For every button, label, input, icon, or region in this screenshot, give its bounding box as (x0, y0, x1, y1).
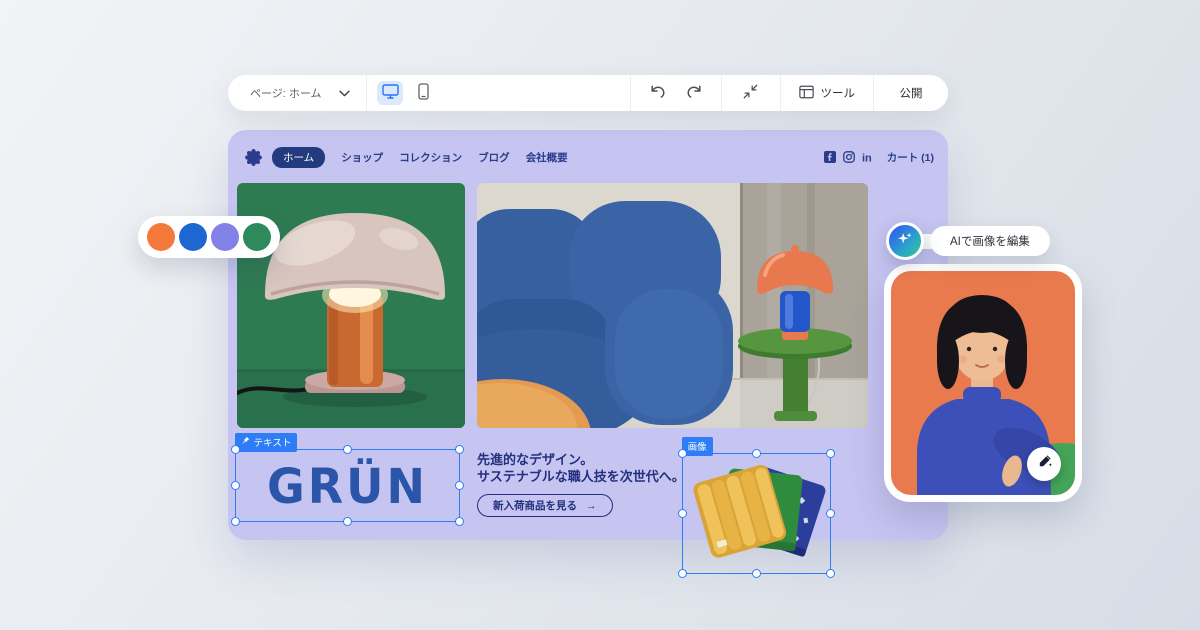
tools-button[interactable]: ツール (781, 75, 874, 111)
edit-pencil-icon (1037, 454, 1052, 474)
facebook-icon[interactable] (824, 151, 836, 163)
instagram-icon[interactable] (843, 151, 855, 163)
site-canvas[interactable]: ホーム ショップ コレクション ブログ 会社概要 in カート (1) (228, 130, 948, 540)
swatch-blue[interactable] (179, 223, 207, 251)
settings-gear-icon[interactable] (244, 148, 263, 167)
selected-text-element[interactable]: テキスト GRÜN (235, 449, 460, 522)
zoom-fit-section (722, 75, 780, 111)
cta-label: 新入荷商品を見る (493, 498, 577, 513)
pin-icon (241, 436, 250, 448)
hero-image-sofa[interactable] (477, 183, 868, 428)
edit-image-button[interactable] (1027, 447, 1061, 481)
selection-handle[interactable] (343, 445, 352, 454)
hero-tagline: 先進的なデザイン。 サステナブルな職人技を次世代へ。 (477, 452, 685, 486)
page-selector[interactable]: ページ: ホーム (228, 75, 366, 111)
page-selector-label: ページ: ホーム (250, 85, 322, 101)
undo-button[interactable] (643, 78, 673, 108)
tagline-line-1: 先進的なデザイン。 (477, 452, 685, 469)
publish-button[interactable]: 公開 (874, 75, 948, 111)
swatch-green[interactable] (243, 223, 271, 251)
tools-label: ツール (821, 85, 856, 101)
selection-handle[interactable] (455, 445, 464, 454)
nav-item-about[interactable]: 会社概要 (526, 150, 568, 165)
selection-handle[interactable] (678, 569, 687, 578)
selection-handle[interactable] (343, 517, 352, 526)
site-logo: GRÜN (236, 448, 459, 523)
panel-icon (799, 85, 814, 102)
color-palette (138, 216, 280, 258)
nav-item-shop[interactable]: ショップ (341, 150, 383, 165)
desktop-view-button[interactable] (377, 81, 403, 105)
selection-handle[interactable] (826, 449, 835, 458)
site-nav-bar: ホーム ショップ コレクション ブログ 会社概要 in カート (1) (244, 146, 934, 168)
ai-tooltip-pill: AIで画像を編集 (930, 226, 1050, 256)
sparkle-icon (896, 230, 914, 253)
editor-toolbar: ページ: ホーム (228, 75, 948, 111)
history-controls (631, 75, 721, 111)
tagline-line-2: サステナブルな職人技を次世代へ。 (477, 469, 685, 486)
selection-handle[interactable] (678, 449, 687, 458)
swatch-purple[interactable] (211, 223, 239, 251)
nav-item-collection[interactable]: コレクション (399, 150, 462, 165)
mobile-icon (418, 83, 429, 103)
collapse-view-button[interactable] (736, 78, 766, 108)
selection-handle[interactable] (231, 481, 240, 490)
nav-item-home[interactable]: ホーム (272, 147, 325, 168)
text-element-tag-label: テキスト (254, 435, 292, 449)
redo-button[interactable] (679, 78, 709, 108)
swatch-orange[interactable] (147, 223, 175, 251)
selected-image-element[interactable]: 画像 (682, 453, 831, 574)
selection-handle[interactable] (826, 509, 835, 518)
selection-handle[interactable] (678, 509, 687, 518)
linkedin-icon[interactable]: in (862, 151, 877, 163)
mobile-view-button[interactable] (410, 81, 436, 105)
selection-handle[interactable] (752, 569, 761, 578)
nav-right-group: in カート (1) (824, 150, 934, 165)
selection-handle[interactable] (752, 449, 761, 458)
undo-icon (650, 84, 666, 102)
selection-handle[interactable] (231, 445, 240, 454)
cta-button[interactable]: 新入荷商品を見る → (477, 494, 613, 517)
stacked-cushions-image (683, 454, 832, 572)
selection-handle[interactable] (231, 517, 240, 526)
svg-text:in: in (862, 153, 872, 164)
editor-marketing-banner: ページ: ホーム (0, 0, 1200, 630)
nav-item-blog[interactable]: ブログ (478, 150, 510, 165)
collapse-icon (743, 84, 758, 102)
image-element-tag-label: 画像 (688, 439, 707, 453)
selection-handle[interactable] (826, 569, 835, 578)
selection-handle[interactable] (455, 481, 464, 490)
arrow-right-icon: → (586, 500, 597, 512)
chevron-down-icon (339, 84, 350, 102)
portrait-photo (891, 271, 1075, 495)
cart-link[interactable]: カート (1) (887, 150, 934, 165)
device-toggle (367, 75, 446, 111)
redo-icon (686, 84, 702, 102)
portrait-card[interactable] (884, 264, 1082, 502)
ai-sparkle-button[interactable] (886, 222, 924, 260)
selection-handle[interactable] (455, 517, 464, 526)
ai-tooltip-label: AIで画像を編集 (950, 233, 1030, 249)
desktop-icon (382, 84, 399, 102)
